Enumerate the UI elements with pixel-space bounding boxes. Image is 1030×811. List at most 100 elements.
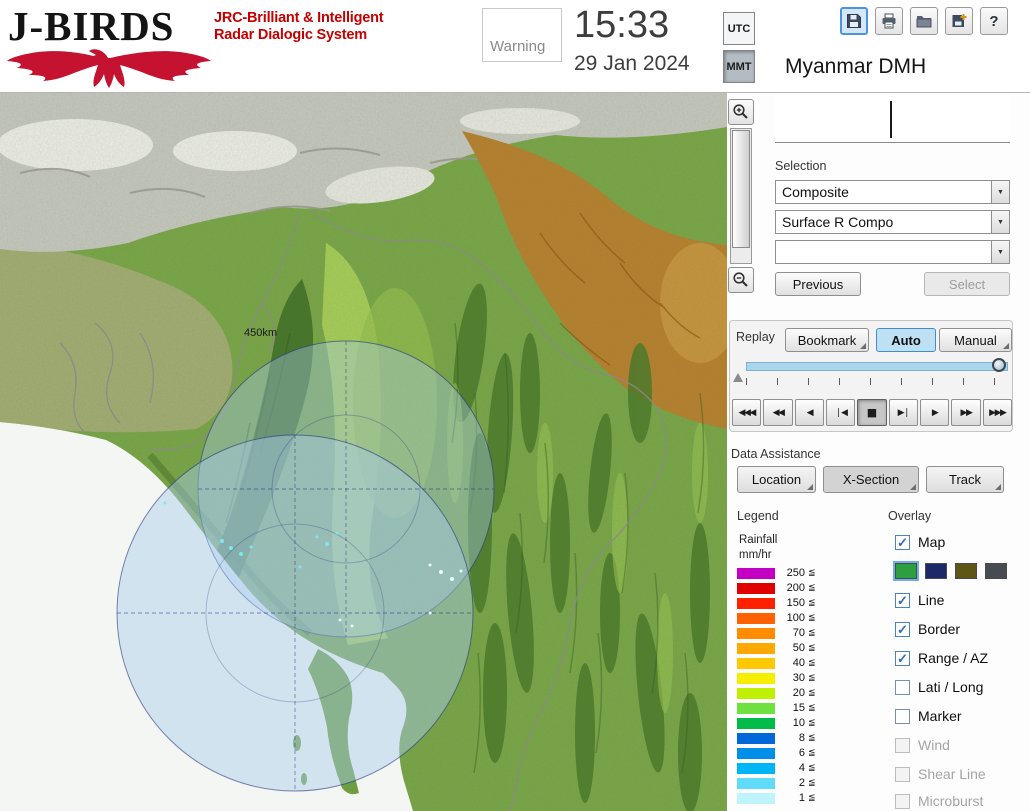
overlay-row-range-az: ✓ Range / AZ (895, 649, 988, 667)
playback-play[interactable]: ▶ (919, 399, 950, 426)
checkbox-lati-long[interactable] (895, 679, 910, 695)
legend-unit-line2: mm/hr (739, 549, 772, 561)
legend-row: 4 ≦ (737, 762, 816, 774)
tagline-line1: JRC-Brilliant & Intelligent (214, 10, 384, 26)
less-equal-icon: ≦ (808, 748, 816, 758)
disk-plus-icon (952, 14, 967, 27)
legend-color-swatch (737, 747, 775, 759)
less-equal-icon: ≦ (808, 583, 816, 593)
chevron-down-icon[interactable]: ▼ (991, 241, 1009, 263)
checkbox-map[interactable]: ✓ (895, 534, 910, 550)
overlay-row-marker: Marker (895, 707, 962, 725)
map-style-swatch-2[interactable] (955, 563, 977, 579)
dropdown-value: Composite (782, 184, 849, 200)
scrollbar-thumb[interactable] (732, 130, 750, 248)
warning-status-box: Warning (482, 8, 562, 62)
open-folder-button[interactable] (910, 7, 938, 35)
overlay-row-wind: Wind (895, 736, 950, 754)
checkbox-line[interactable]: ✓ (895, 592, 910, 608)
legend-value: 30 (792, 672, 805, 684)
checkbox-microburst (895, 793, 910, 809)
playback-fast-rewind[interactable]: ◀◀ (763, 399, 793, 426)
legend-value: 1 (798, 792, 805, 804)
location-button[interactable]: Location (737, 466, 816, 493)
data-assistance-label: Data Assistance (731, 447, 821, 461)
legend-value: 70 (792, 627, 805, 639)
playback-skip-end[interactable]: ▶▶▶ (982, 399, 1012, 426)
zoom-in-button[interactable] (728, 99, 754, 125)
legend-row: 100 ≦ (737, 612, 816, 624)
magnifier-plus-icon (733, 104, 748, 119)
print-button[interactable] (875, 7, 903, 35)
help-button[interactable]: ? (980, 7, 1008, 35)
playback-next-frame[interactable]: ▶❘ (888, 399, 918, 426)
playback-fast-forward[interactable]: ▶▶ (951, 399, 981, 426)
legend-color-swatch (737, 597, 775, 609)
eagle-logo-icon (7, 49, 211, 88)
checkbox-range-az[interactable]: ✓ (895, 650, 910, 666)
legend-row: 50 ≦ (737, 642, 816, 654)
bookmark-button[interactable]: Bookmark (785, 328, 869, 352)
timezone-utc-button[interactable]: UTC (723, 12, 755, 45)
dropdown-product[interactable]: Surface R Compo ▼ (775, 210, 1010, 234)
less-equal-icon: ≦ (808, 598, 816, 608)
legend-value: 15 (792, 702, 805, 714)
playback-skip-start[interactable]: ◀◀◀ (732, 399, 762, 426)
overlay-label: Wind (918, 737, 950, 753)
replay-group: Replay Bookmark Auto Manual ◀◀◀ ◀◀ ◀ ❘◀ ■ ▶❘ ▶… (729, 320, 1013, 432)
x-section-button[interactable]: X-Section (823, 466, 919, 493)
dropdown-composite[interactable]: Composite ▼ (775, 180, 1010, 204)
dropdown-extra[interactable]: ▼ (775, 240, 1010, 264)
timezone-mmt-button[interactable]: MMT (723, 50, 755, 83)
legend-row: 30 ≦ (737, 672, 816, 684)
legend-value: 4 (798, 762, 805, 774)
select-button: Select (924, 272, 1010, 296)
playback-stop[interactable]: ■ (857, 399, 887, 426)
less-equal-icon: ≦ (808, 613, 816, 623)
less-equal-icon: ≦ (808, 673, 816, 683)
zoom-out-button[interactable] (728, 267, 754, 293)
overlay-label: Map (918, 534, 946, 550)
import-button[interactable] (945, 7, 973, 35)
overlay-label: Microburst (918, 793, 984, 809)
replay-timeline-slider[interactable] (746, 362, 1008, 371)
playback-step-back[interactable]: ◀ (794, 399, 824, 426)
station-text-input[interactable] (775, 95, 1010, 143)
legend-color-swatch (737, 627, 775, 639)
printer-icon (882, 13, 896, 29)
overlay-label: Shear Line (918, 766, 986, 782)
less-equal-icon: ≦ (808, 718, 816, 728)
slider-thumb[interactable] (992, 358, 1006, 372)
checkbox-marker[interactable] (895, 708, 910, 724)
legend-value: 100 (786, 612, 805, 624)
control-panel: Selection Composite ▼ Surface R Compo ▼ … (727, 93, 1030, 811)
playback-prev-frame[interactable]: ❘◀ (825, 399, 856, 426)
map-zoom-scrollbar[interactable] (730, 128, 752, 264)
selection-label: Selection (775, 159, 827, 173)
map-style-swatch-0[interactable] (893, 561, 919, 581)
legend-unit-line1: Rainfall (739, 534, 778, 546)
checkbox-border[interactable]: ✓ (895, 621, 910, 637)
legend-color-swatch (737, 612, 775, 624)
save-button[interactable] (840, 7, 868, 35)
legend-value: 10 (792, 717, 805, 729)
map-style-swatch-3[interactable] (985, 563, 1007, 579)
auto-button[interactable]: Auto (876, 328, 936, 352)
previous-button[interactable]: Previous (775, 272, 861, 296)
slider-tick (808, 378, 809, 385)
chevron-down-icon[interactable]: ▼ (991, 211, 1009, 233)
dropdown-value: Surface R Compo (782, 214, 894, 230)
legend-color-swatch (737, 672, 775, 684)
radar-map[interactable]: 450km (0, 93, 727, 811)
overlay-label: Marker (918, 708, 962, 724)
track-button[interactable]: Track (926, 466, 1004, 493)
app-logo-title: J-BIRDS (8, 3, 175, 49)
floppy-disk-icon (847, 14, 861, 28)
manual-button[interactable]: Manual (939, 328, 1012, 352)
slider-tick (963, 378, 964, 385)
chevron-down-icon[interactable]: ▼ (991, 181, 1009, 203)
map-style-swatch-1[interactable] (925, 563, 947, 579)
playback-controls: ◀◀◀ ◀◀ ◀ ❘◀ ■ ▶❘ ▶ ▶▶ ▶▶▶ (732, 399, 1012, 426)
org-name: Myanmar DMH (785, 55, 927, 78)
less-equal-icon: ≦ (808, 733, 816, 743)
